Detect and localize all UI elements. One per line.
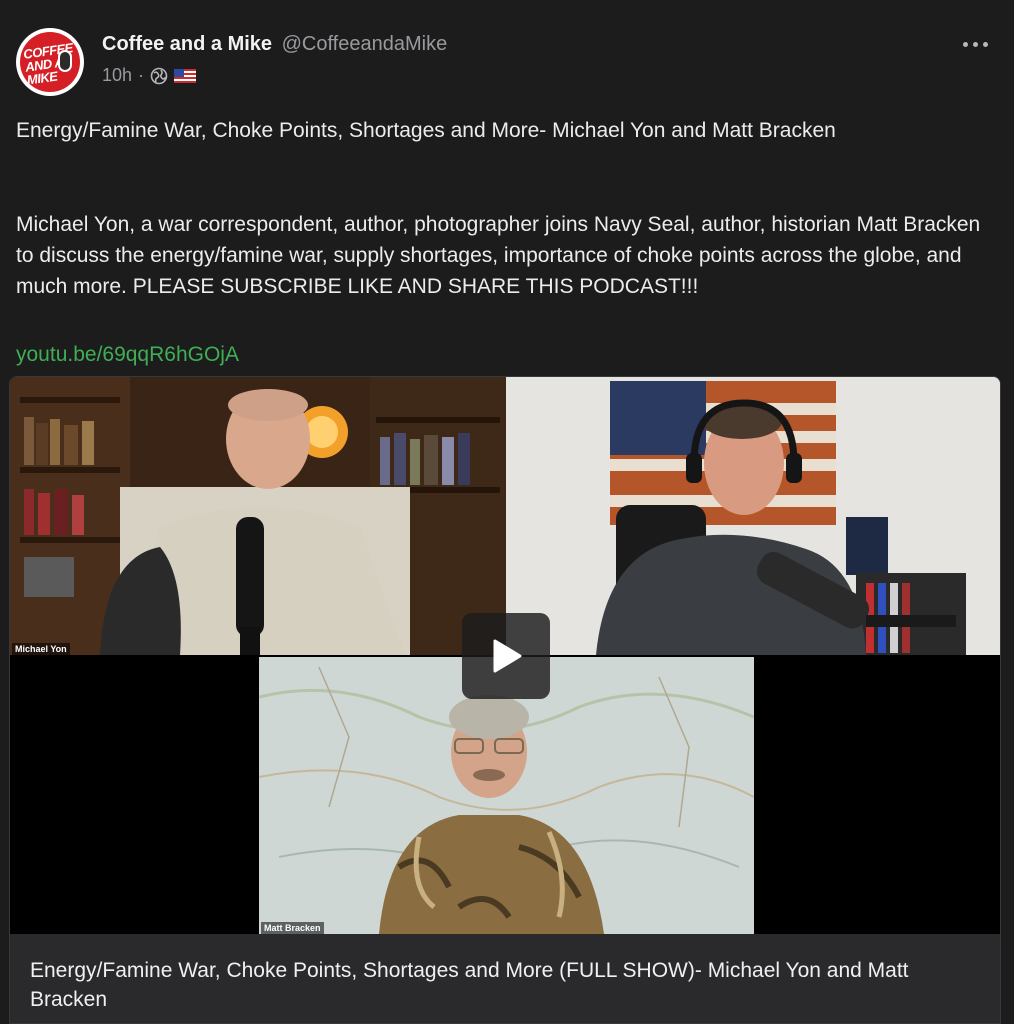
us-flag-icon bbox=[174, 68, 197, 83]
video-panel-second-guest bbox=[506, 377, 1000, 655]
speaker-name-tag: Matt Bracken bbox=[261, 922, 324, 934]
meta-separator: · bbox=[138, 65, 145, 85]
post-description: Michael Yon, a war correspondent, author… bbox=[16, 213, 981, 298]
video-panel-michael-yon: Michael Yon bbox=[10, 377, 506, 655]
post-title: Energy/Famine War, Choke Points, Shortag… bbox=[16, 119, 836, 142]
flag-wall-scene-image bbox=[506, 377, 1000, 655]
microphone-icon bbox=[58, 50, 72, 72]
more-options-icon[interactable] bbox=[960, 34, 992, 54]
globe-icon bbox=[150, 67, 168, 84]
avatar[interactable]: COFFEE AND A MIKE bbox=[16, 28, 84, 96]
speaker-name-tag: Michael Yon bbox=[12, 643, 70, 655]
avatar-logo: COFFEE AND A MIKE bbox=[20, 32, 80, 92]
post-meta: 10h · bbox=[102, 65, 197, 86]
author-row: Coffee and a Mike @CoffeeandaMike bbox=[102, 31, 447, 57]
bookshelf-scene-image bbox=[10, 377, 506, 655]
author-handle[interactable]: @CoffeeandaMike bbox=[282, 33, 448, 55]
play-icon bbox=[493, 639, 522, 673]
video-caption-bar[interactable]: Energy/Famine War, Choke Points, Shortag… bbox=[10, 934, 1000, 1023]
video-title: Energy/Famine War, Choke Points, Shortag… bbox=[30, 959, 909, 1011]
video-embed[interactable]: Michael Yon Matt Bracken Energy/Famine W… bbox=[9, 376, 1001, 1024]
post-timestamp[interactable]: 10h bbox=[102, 65, 132, 86]
video-thumbnail[interactable]: Michael Yon Matt Bracken bbox=[10, 377, 1000, 934]
post-link[interactable]: youtu.be/69qqR6hGOjA bbox=[16, 339, 239, 370]
play-button[interactable] bbox=[462, 613, 550, 699]
post-card: COFFEE AND A MIKE Coffee and a Mike @Cof… bbox=[0, 0, 1014, 1024]
author-display-name[interactable]: Coffee and a Mike bbox=[102, 33, 272, 55]
